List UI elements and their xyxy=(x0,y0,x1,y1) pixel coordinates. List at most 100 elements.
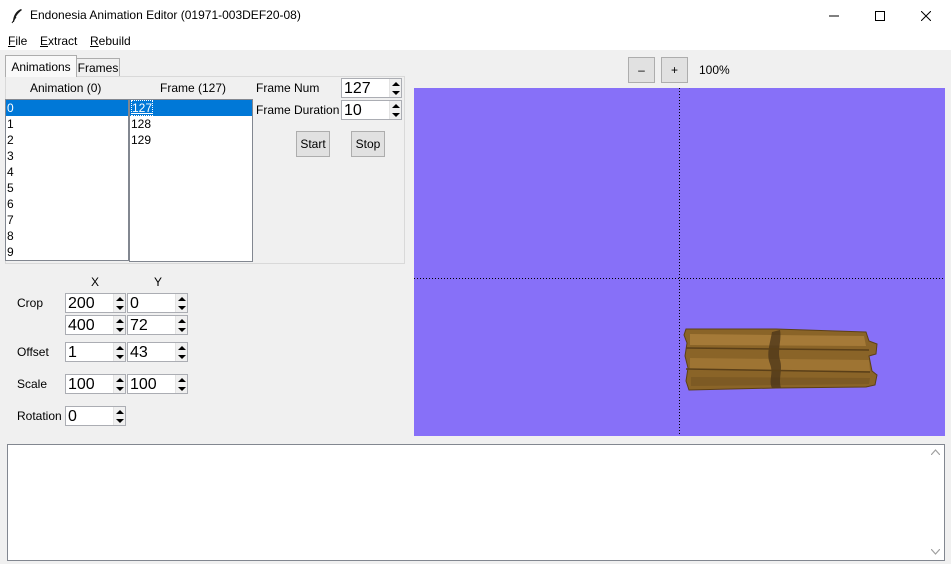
menu-extract[interactable]: Extract xyxy=(40,34,77,48)
spin-down-button[interactable] xyxy=(390,88,402,97)
spin-down-button[interactable] xyxy=(114,384,126,393)
scroll-up-icon[interactable] xyxy=(931,449,940,455)
crop-y2-value: 72 xyxy=(130,317,148,334)
arrow-up-icon xyxy=(392,81,400,86)
spin-up-button[interactable] xyxy=(176,316,188,325)
menu-bar: File Extract Rebuild xyxy=(0,32,951,50)
title-bar: Endonesia Animation Editor (01971-003DEF… xyxy=(0,0,951,32)
animation-listbox[interactable]: 0 1 2 3 4 5 6 7 8 9 xyxy=(5,99,129,261)
output-text-area[interactable] xyxy=(7,444,945,561)
arrow-up-icon xyxy=(116,377,124,382)
crop-x2-value: 400 xyxy=(68,317,95,334)
frame-list-header: Frame (127) xyxy=(160,81,227,95)
spin-up-button[interactable] xyxy=(114,316,126,325)
crop-y2-spinbox[interactable]: 72 xyxy=(127,315,188,335)
close-icon xyxy=(921,10,931,21)
arrow-down-icon xyxy=(178,305,186,310)
arrow-down-icon xyxy=(178,354,186,359)
list-item[interactable]: 5 xyxy=(6,180,128,196)
spin-up-button[interactable] xyxy=(114,375,126,384)
minimize-button[interactable] xyxy=(811,0,857,31)
frame-duration-label: Frame Duration xyxy=(256,103,340,117)
arrow-down-icon xyxy=(116,327,124,332)
scale-y-spinbox[interactable]: 100 xyxy=(127,374,188,394)
vertical-scrollbar[interactable] xyxy=(927,445,944,560)
crop-x1-spinbox[interactable]: 200 xyxy=(65,293,126,313)
spin-down-button[interactable] xyxy=(114,325,126,334)
zoom-in-button[interactable]: + xyxy=(661,57,688,83)
crop-label: Crop xyxy=(17,296,44,310)
menu-extract-mnemonic: E xyxy=(40,34,49,48)
spin-up-button[interactable] xyxy=(114,343,126,352)
arrow-down-icon xyxy=(116,305,124,310)
offset-label: Offset xyxy=(17,345,49,359)
list-item[interactable]: 8 xyxy=(6,228,128,244)
frame-duration-spinbox[interactable]: 10 xyxy=(341,100,402,120)
spin-up-button[interactable] xyxy=(390,101,402,110)
spin-up-button[interactable] xyxy=(176,294,188,303)
list-item[interactable]: 9 xyxy=(6,244,128,260)
rotation-value: 0 xyxy=(68,408,77,425)
tab-frames[interactable]: Frames xyxy=(76,58,120,77)
spin-down-button[interactable] xyxy=(114,352,126,361)
menu-file[interactable]: File xyxy=(8,34,27,48)
menu-rebuild-label: ebuild xyxy=(98,34,131,48)
zoom-out-button[interactable]: – xyxy=(628,57,655,83)
list-item[interactable]: 127 xyxy=(130,100,252,116)
spin-down-button[interactable] xyxy=(390,110,402,119)
tab-animations[interactable]: Animations xyxy=(5,55,77,77)
arrow-down-icon xyxy=(178,327,186,332)
spin-up-button[interactable] xyxy=(114,407,126,416)
scale-y-value: 100 xyxy=(130,376,157,393)
scale-x-spinbox[interactable]: 100 xyxy=(65,374,126,394)
rotation-spinbox[interactable]: 0 xyxy=(65,406,126,426)
frame-listbox[interactable]: 127 128 129 xyxy=(129,99,253,262)
arrow-down-icon xyxy=(392,90,400,95)
wooden-plank-sprite xyxy=(683,328,878,391)
list-item[interactable]: 7 xyxy=(6,212,128,228)
spin-up-button[interactable] xyxy=(176,343,188,352)
arrow-down-icon xyxy=(116,418,124,423)
crop-x2-spinbox[interactable]: 400 xyxy=(65,315,126,335)
list-item[interactable]: 128 xyxy=(130,116,252,132)
offset-x-spinbox[interactable]: 1 xyxy=(65,342,126,362)
crop-x1-value: 200 xyxy=(68,295,95,312)
arrow-up-icon xyxy=(178,318,186,323)
start-button[interactable]: Start xyxy=(296,131,330,157)
scroll-down-icon[interactable] xyxy=(931,549,940,555)
list-item[interactable]: 2 xyxy=(6,132,128,148)
spin-down-button[interactable] xyxy=(176,384,188,393)
stop-button[interactable]: Stop xyxy=(351,131,385,157)
x-header: X xyxy=(91,275,100,289)
arrow-down-icon xyxy=(116,354,124,359)
preview-canvas[interactable] xyxy=(414,88,945,436)
list-item[interactable]: 0 xyxy=(6,100,128,116)
offset-x-value: 1 xyxy=(68,344,77,361)
frame-num-label: Frame Num xyxy=(256,81,320,95)
spin-down-button[interactable] xyxy=(176,303,188,312)
list-item[interactable]: 4 xyxy=(6,164,128,180)
spin-up-button[interactable] xyxy=(114,294,126,303)
spin-up-button[interactable] xyxy=(390,79,402,88)
crop-y1-spinbox[interactable]: 0 xyxy=(127,293,188,313)
spin-down-button[interactable] xyxy=(114,416,126,425)
crop-y1-value: 0 xyxy=(130,295,139,312)
offset-y-spinbox[interactable]: 43 xyxy=(127,342,188,362)
list-item[interactable]: 1 xyxy=(6,116,128,132)
spin-down-button[interactable] xyxy=(114,303,126,312)
menu-rebuild[interactable]: Rebuild xyxy=(90,34,131,48)
list-item[interactable]: 3 xyxy=(6,148,128,164)
spin-down-button[interactable] xyxy=(176,352,188,361)
animation-list-header: Animation (0) xyxy=(30,81,102,95)
arrow-up-icon xyxy=(116,296,124,301)
menu-file-label: ile xyxy=(15,34,28,48)
feather-icon xyxy=(11,9,22,24)
frame-num-spinbox[interactable]: 127 xyxy=(341,78,402,98)
close-button[interactable] xyxy=(903,0,949,31)
list-item[interactable]: 6 xyxy=(6,196,128,212)
spin-up-button[interactable] xyxy=(176,375,188,384)
maximize-button[interactable] xyxy=(857,0,903,31)
spin-down-button[interactable] xyxy=(176,325,188,334)
list-item[interactable]: 129 xyxy=(130,132,252,148)
frame-duration-value: 10 xyxy=(344,102,362,119)
